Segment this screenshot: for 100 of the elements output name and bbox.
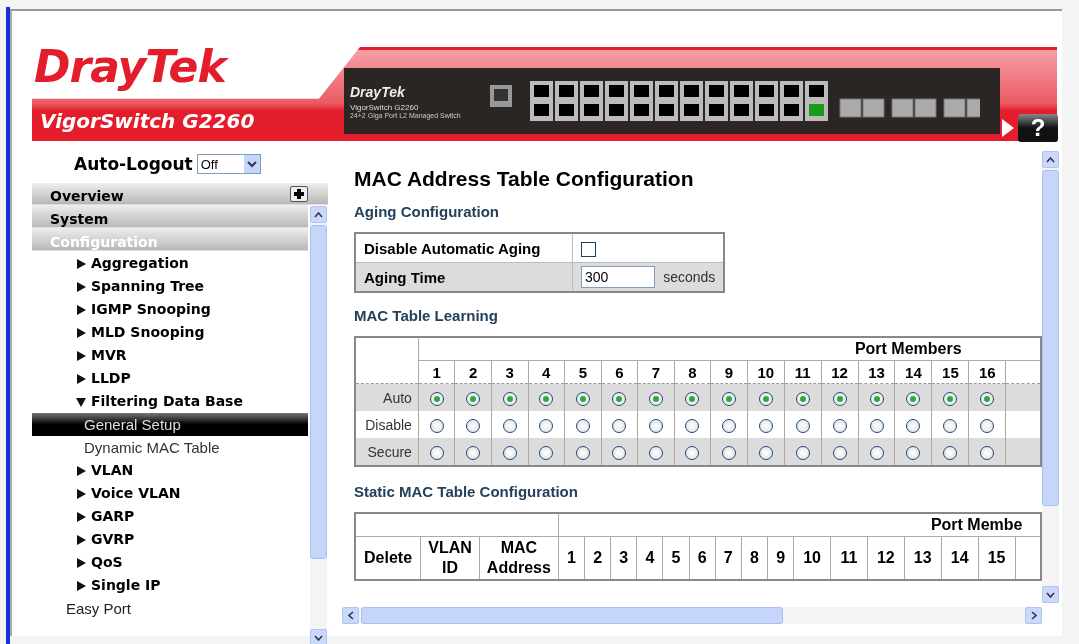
triangle-right-icon[interactable] bbox=[76, 328, 86, 338]
menu-item[interactable]: MVR bbox=[91, 347, 127, 363]
triangle-right-icon[interactable] bbox=[76, 535, 86, 545]
radio-button[interactable] bbox=[758, 446, 773, 460]
radio-button[interactable] bbox=[943, 392, 958, 406]
radio-button[interactable] bbox=[980, 446, 995, 460]
radio-button[interactable] bbox=[832, 392, 847, 406]
menu-item[interactable]: LLDP bbox=[91, 370, 131, 386]
triangle-right-icon[interactable] bbox=[76, 374, 86, 384]
radio-button[interactable] bbox=[539, 419, 554, 433]
menu-item[interactable]: Aggregation bbox=[91, 255, 189, 271]
radio-button[interactable] bbox=[685, 446, 700, 460]
radio-button[interactable] bbox=[943, 419, 958, 433]
triangle-right-icon[interactable] bbox=[76, 259, 86, 269]
radio-button[interactable] bbox=[612, 392, 627, 406]
menu-item[interactable]: Single IP bbox=[91, 577, 161, 593]
radio-button[interactable] bbox=[869, 446, 884, 460]
radio-button[interactable] bbox=[832, 446, 847, 460]
triangle-right-icon[interactable] bbox=[76, 581, 86, 591]
menu-item[interactable]: Voice VLAN bbox=[91, 485, 181, 501]
radio-button[interactable] bbox=[722, 392, 736, 406]
triangle-right-icon[interactable] bbox=[76, 351, 86, 361]
menu-item[interactable]: Filtering Data Base bbox=[91, 393, 243, 409]
column-header: 7 bbox=[637, 360, 675, 384]
radio-button[interactable] bbox=[575, 446, 590, 460]
radio-button[interactable] bbox=[502, 392, 517, 406]
radio-button[interactable] bbox=[575, 392, 590, 406]
radio-button[interactable] bbox=[648, 446, 663, 460]
scrollbar[interactable] bbox=[342, 607, 1042, 624]
dropdown-caret-icon[interactable] bbox=[246, 160, 257, 168]
scroll-down-icon[interactable] bbox=[1046, 591, 1055, 598]
menu-section[interactable]: Overview bbox=[32, 183, 328, 205]
radio-button[interactable] bbox=[429, 446, 444, 460]
play-icon[interactable] bbox=[1002, 119, 1014, 137]
radio-button[interactable] bbox=[980, 419, 995, 433]
radio-button[interactable] bbox=[795, 419, 810, 433]
scroll-left-icon[interactable] bbox=[347, 611, 354, 620]
radio-button[interactable] bbox=[502, 446, 517, 460]
aging-time-field[interactable]: 300 bbox=[581, 266, 655, 288]
menu-item[interactable]: Easy Port bbox=[32, 597, 308, 620]
submenu-item[interactable]: General Setup bbox=[32, 413, 308, 436]
menu-item[interactable]: IGMP Snooping bbox=[91, 301, 211, 317]
help-button[interactable]: ? bbox=[1018, 114, 1058, 142]
radio-button[interactable] bbox=[466, 419, 481, 433]
radio-button[interactable] bbox=[795, 392, 810, 406]
radio-button[interactable] bbox=[648, 419, 663, 433]
radio-button[interactable] bbox=[429, 419, 444, 433]
radio-button[interactable] bbox=[832, 419, 847, 433]
radio-button[interactable] bbox=[502, 419, 517, 433]
radio-button[interactable] bbox=[758, 419, 773, 433]
scrollbar[interactable] bbox=[310, 206, 327, 644]
radio-button[interactable] bbox=[906, 446, 921, 460]
triangle-right-icon[interactable] bbox=[76, 282, 86, 292]
radio-button[interactable] bbox=[575, 419, 590, 433]
triangle-right-icon[interactable] bbox=[76, 489, 86, 499]
radio-button[interactable] bbox=[466, 446, 481, 460]
triangle-right-icon[interactable] bbox=[76, 466, 86, 476]
menu-item[interactable]: MLD Snooping bbox=[91, 324, 205, 340]
submenu-item[interactable]: Dynamic MAC Table bbox=[32, 436, 308, 459]
scroll-down-icon[interactable] bbox=[314, 634, 323, 641]
radio-button[interactable] bbox=[980, 392, 995, 406]
unit-label: seconds bbox=[663, 269, 716, 285]
radio-button[interactable] bbox=[612, 446, 627, 460]
radio-button[interactable] bbox=[869, 419, 884, 433]
checkbox[interactable] bbox=[581, 241, 596, 257]
radio-button[interactable] bbox=[685, 419, 700, 433]
column-header: 13 bbox=[904, 536, 942, 580]
menu-item[interactable]: GVRP bbox=[91, 531, 135, 547]
radio-button[interactable] bbox=[539, 392, 554, 406]
radio-button[interactable] bbox=[722, 419, 736, 433]
triangle-down-icon[interactable] bbox=[76, 397, 86, 407]
menu-item[interactable]: Spanning Tree bbox=[91, 278, 205, 294]
radio-button[interactable] bbox=[758, 392, 773, 406]
radio-button[interactable] bbox=[869, 392, 884, 406]
menu-item[interactable]: QoS bbox=[91, 554, 123, 570]
menu-item[interactable]: VLAN bbox=[91, 462, 134, 478]
radio-button[interactable] bbox=[795, 446, 810, 460]
scroll-up-icon[interactable] bbox=[314, 211, 323, 218]
radio-button[interactable] bbox=[466, 392, 481, 406]
menu-section[interactable]: System bbox=[32, 205, 308, 228]
triangle-right-icon[interactable] bbox=[76, 558, 86, 568]
menu-item[interactable]: GARP bbox=[91, 508, 135, 524]
column-header: VLAN ID bbox=[420, 536, 480, 580]
scroll-up-icon[interactable] bbox=[1046, 156, 1055, 163]
radio-button[interactable] bbox=[722, 446, 736, 460]
expand-icon[interactable] bbox=[290, 185, 308, 202]
scrollbar[interactable] bbox=[1042, 151, 1059, 603]
radio-button[interactable] bbox=[685, 392, 700, 406]
scroll-right-icon[interactable] bbox=[1030, 611, 1037, 620]
radio-button[interactable] bbox=[539, 446, 554, 460]
radio-button[interactable] bbox=[906, 419, 921, 433]
auto-logout-dropdown[interactable]: Off bbox=[196, 154, 261, 174]
column-header: 1 bbox=[558, 536, 585, 580]
radio-button[interactable] bbox=[612, 419, 627, 433]
radio-button[interactable] bbox=[906, 392, 921, 406]
triangle-right-icon[interactable] bbox=[76, 512, 86, 522]
triangle-right-icon[interactable] bbox=[76, 305, 86, 315]
radio-button[interactable] bbox=[943, 446, 958, 460]
radio-button[interactable] bbox=[648, 392, 663, 406]
radio-button[interactable] bbox=[429, 392, 444, 406]
